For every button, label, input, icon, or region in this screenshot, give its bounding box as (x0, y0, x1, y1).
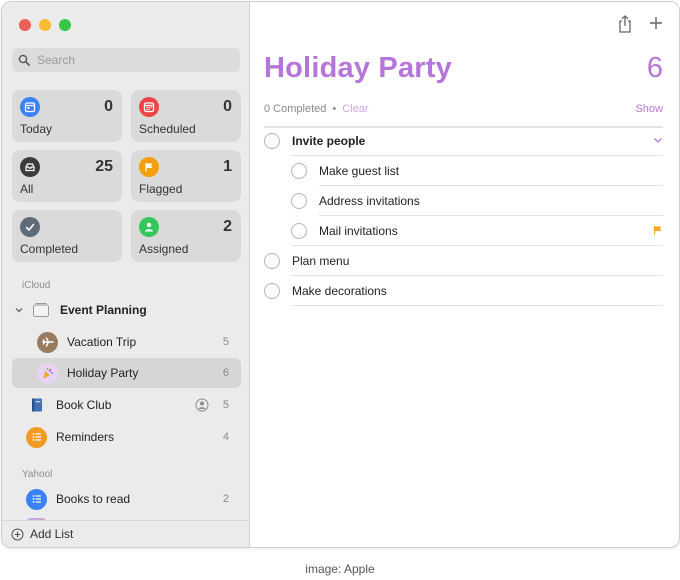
list-count: 5 (222, 399, 229, 411)
reminder-subitem[interactable]: Address invitations (250, 186, 679, 216)
add-reminder-icon[interactable] (649, 16, 663, 30)
today-label: Today (20, 122, 53, 136)
chevron-down-icon[interactable] (653, 135, 663, 145)
reminder-list: Invite people Make guest list Address in… (250, 126, 679, 306)
reminder-title[interactable]: Make decorations (292, 284, 387, 298)
window-controls (19, 19, 71, 31)
close-window-button[interactable] (19, 19, 31, 31)
complete-checkbox[interactable] (291, 223, 307, 239)
add-list-button[interactable]: Add List (2, 520, 249, 547)
smart-list-all[interactable]: 25 All (12, 150, 122, 202)
reminder-title[interactable]: Make guest list (319, 164, 399, 178)
smart-list-today[interactable]: 0 Today (12, 90, 122, 142)
flagged-label: Flagged (139, 182, 183, 196)
plus-circle-icon (11, 528, 24, 540)
scheduled-label: Scheduled (139, 122, 196, 136)
list-label: Book Club (56, 398, 112, 412)
complete-checkbox[interactable] (291, 193, 307, 209)
smart-list-scheduled[interactable]: 0 Scheduled (131, 90, 241, 142)
chevron-down-icon[interactable] (14, 305, 24, 315)
smart-list-flagged[interactable]: 1 Flagged (131, 150, 241, 202)
list-reminders[interactable]: Reminders 4 (12, 422, 241, 452)
reminder-subitem[interactable]: Mail invitations (250, 216, 679, 246)
list-item-count: 6 (646, 52, 663, 84)
divider (264, 126, 663, 128)
reminder-title[interactable]: Invite people (292, 134, 365, 148)
list-count: 6 (222, 367, 229, 379)
all-count: 25 (95, 158, 113, 175)
all-label: All (20, 182, 34, 196)
list-icon (26, 488, 47, 510)
account-label-icloud: iCloud (22, 280, 51, 291)
group-label: Event Planning (60, 303, 147, 317)
reminder-item[interactable]: Invite people (250, 126, 679, 156)
flag-icon (653, 226, 662, 235)
reminder-item[interactable]: Plan menu (250, 246, 679, 276)
reminder-title[interactable]: Address invitations (319, 194, 420, 208)
show-completed-button[interactable]: Show (635, 103, 663, 115)
complete-checkbox[interactable] (264, 133, 280, 149)
party-popper-icon (37, 362, 58, 384)
assigned-label: Assigned (139, 242, 189, 256)
list-title: Holiday Party (264, 52, 452, 84)
person-icon (139, 217, 159, 237)
flagged-count: 1 (223, 158, 232, 175)
list-count: 5 (222, 336, 229, 348)
list-label: Holiday Party (67, 366, 139, 380)
book-icon (26, 395, 47, 416)
smart-list-completed[interactable]: Completed (12, 210, 122, 262)
today-count: 0 (104, 98, 113, 115)
reminder-title[interactable]: Plan menu (292, 254, 349, 268)
search-input[interactable] (35, 52, 229, 68)
assigned-count: 2 (223, 218, 232, 235)
completed-count-text: 0 Completed (264, 103, 327, 115)
group-event-planning[interactable]: Event Planning (12, 295, 241, 325)
clear-button[interactable]: Clear (342, 103, 368, 115)
main-pane: Holiday Party 6 0 Completed • Clear Show… (250, 2, 679, 547)
zoom-window-button[interactable] (59, 19, 71, 31)
list-count: 2 (222, 493, 229, 505)
flag-icon (139, 157, 159, 177)
shared-person-icon (195, 398, 209, 412)
image-credit-caption: image: Apple (305, 562, 375, 576)
sidebar: 0 Today 0 Scheduled 25 All (2, 2, 250, 547)
smart-list-assigned[interactable]: 2 Assigned (131, 210, 241, 262)
search-field[interactable] (12, 48, 240, 72)
reminder-subitem[interactable]: Make guest list (250, 156, 679, 186)
airplane-icon (37, 331, 58, 353)
reminders-window: 0 Today 0 Scheduled 25 All (1, 1, 680, 548)
list-label: Vacation Trip (67, 335, 137, 349)
list-label: Reminders (56, 430, 115, 444)
minimize-window-button[interactable] (39, 19, 51, 31)
calendar-grid-icon (139, 97, 159, 117)
reminder-item[interactable]: Make decorations (250, 276, 679, 306)
smart-lists: 0 Today 0 Scheduled 25 All 1 Flagged Com… (12, 90, 241, 262)
calendar-icon (20, 97, 40, 117)
list-label: Books to read (56, 492, 131, 506)
divider (292, 305, 663, 306)
share-icon[interactable] (617, 14, 633, 34)
add-list-label: Add List (30, 527, 74, 541)
list-book-club[interactable]: Book Club 5 (12, 390, 241, 420)
complete-checkbox[interactable] (264, 253, 280, 269)
folder-icon (30, 300, 51, 321)
separator-dot: • (332, 103, 337, 115)
completed-label: Completed (20, 242, 79, 256)
list-icon (26, 426, 47, 448)
list-holiday-party[interactable]: Holiday Party 6 (12, 358, 241, 388)
list-books-to-read[interactable]: Books to read 2 (12, 484, 241, 514)
reminder-title[interactable]: Mail invitations (319, 224, 398, 238)
checkmark-icon (20, 217, 40, 237)
search-icon (18, 54, 30, 66)
list-count: 4 (222, 431, 229, 443)
scheduled-count: 0 (223, 98, 232, 115)
account-label-yahool: Yahool (22, 469, 53, 480)
list-vacation-trip[interactable]: Vacation Trip 5 (12, 327, 241, 357)
complete-checkbox[interactable] (291, 163, 307, 179)
tray-icon (20, 157, 40, 177)
complete-checkbox[interactable] (264, 283, 280, 299)
completed-bar: 0 Completed • Clear Show (264, 103, 663, 115)
